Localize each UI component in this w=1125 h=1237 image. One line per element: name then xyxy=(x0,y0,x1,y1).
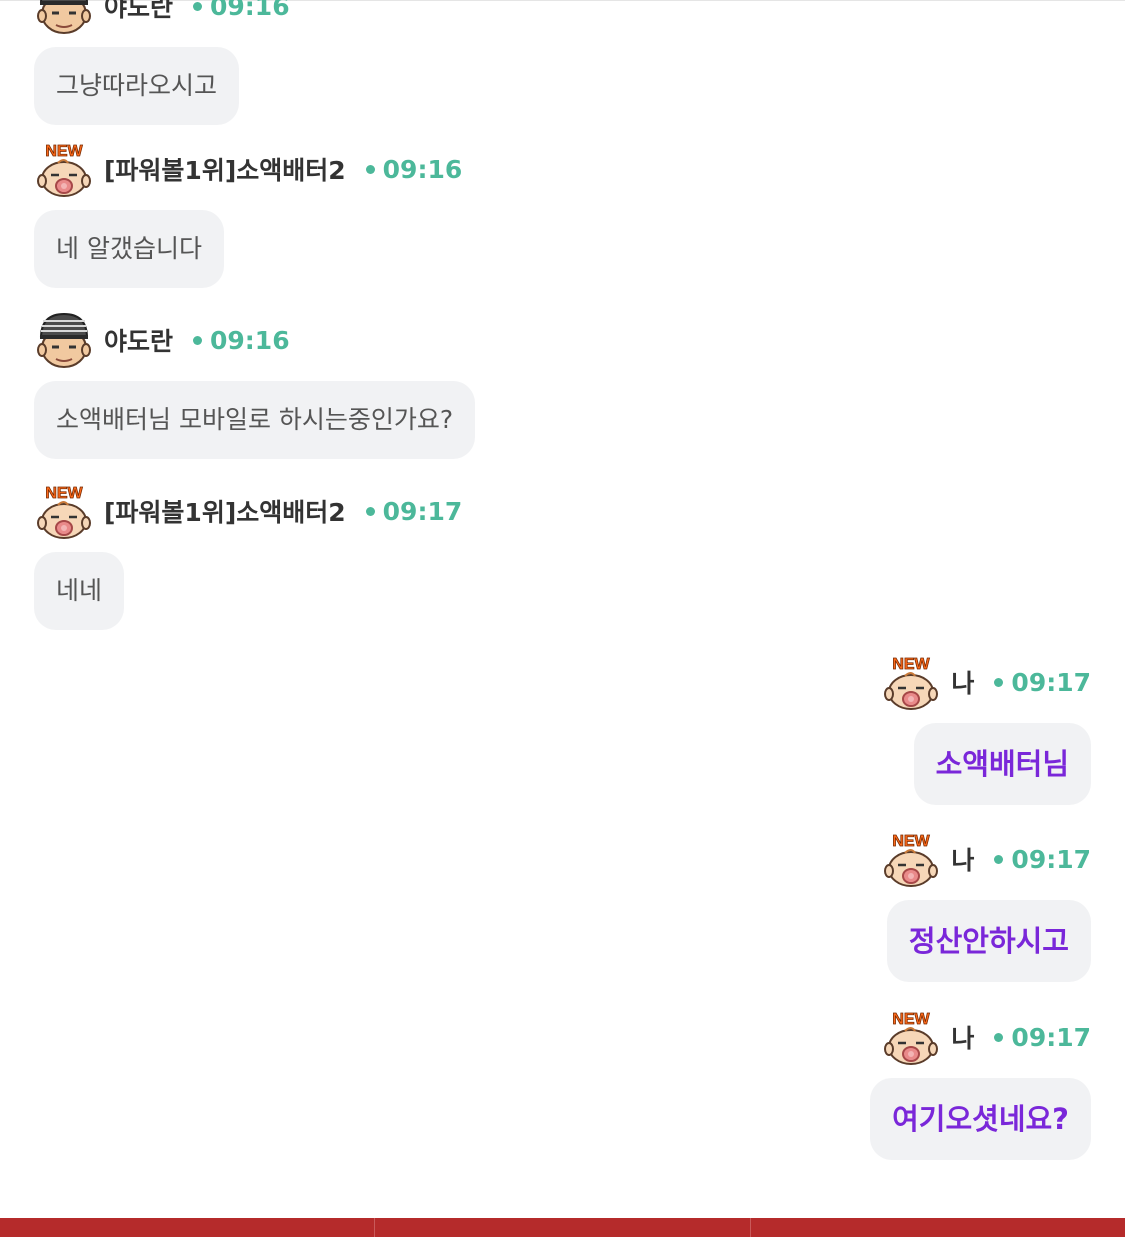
sender-nickname[interactable]: [파워볼1위]소액배터2 xyxy=(104,493,346,529)
online-dot-icon xyxy=(994,1032,1004,1042)
message-time: 09:17 xyxy=(994,668,1091,697)
new-baby-avatar[interactable]: NEW xyxy=(881,1007,941,1067)
time-text: 09:17 xyxy=(382,496,463,526)
new-baby-avatar[interactable]: NEW xyxy=(881,829,941,889)
time-text: 09:16 xyxy=(210,325,290,355)
message-bubble[interactable]: 소액배터님 모바일로 하시는중인가요? xyxy=(34,381,476,459)
time-text: 09:16 xyxy=(382,154,463,184)
message-header: NEW [파워볼1위]소액배터2 09:16 xyxy=(34,138,462,200)
sender-nickname[interactable]: 나 xyxy=(951,1019,974,1055)
bottom-tab-2[interactable] xyxy=(375,1218,751,1237)
sender-nickname[interactable]: 나 xyxy=(951,841,974,877)
sender-nickname[interactable]: 야도란 xyxy=(104,0,173,24)
bottom-tab-3[interactable] xyxy=(751,1218,1125,1237)
message-bubble[interactable]: 네 알갰습니다 xyxy=(34,210,224,288)
message-bubble[interactable]: 소액배터님 xyxy=(913,723,1091,805)
online-dot-icon xyxy=(193,335,203,345)
online-dot-icon xyxy=(365,506,375,516)
bottom-tab-bar xyxy=(0,1218,1125,1237)
online-dot-icon xyxy=(994,854,1004,864)
helmet-man-avatar[interactable] xyxy=(34,310,94,370)
chat-message-list[interactable]: 야도란 09:16 그냥따라오시고 NEW [파워볼1위]소액배터2 09:16 네 알갰습… xyxy=(0,0,1125,1218)
sender-nickname[interactable]: [파워볼1위]소액배터2 xyxy=(104,151,346,187)
message-bubble[interactable]: 정산안하시고 xyxy=(886,900,1091,982)
chat-message: 야도란 09:16 소액배터님 모바일로 하시는중인가요? xyxy=(34,309,476,459)
online-dot-icon xyxy=(365,164,375,174)
bottom-tab-1[interactable] xyxy=(0,1218,376,1237)
svg-text:NEW: NEW xyxy=(893,656,931,673)
svg-text:NEW: NEW xyxy=(893,833,931,850)
message-header: 야도란 09:16 xyxy=(34,309,475,371)
svg-text:NEW: NEW xyxy=(45,485,83,502)
message-time: 09:16 xyxy=(193,0,290,21)
svg-text:NEW: NEW xyxy=(45,143,83,160)
message-header: 야도란 09:16 xyxy=(34,0,290,37)
chat-message: NEW 나 09:17 소액배터님 xyxy=(881,651,1091,805)
sender-nickname[interactable]: 야도란 xyxy=(104,322,173,358)
message-time: 09:16 xyxy=(365,154,463,184)
time-text: 09:16 xyxy=(210,0,290,21)
chat-message: 야도란 09:16 그냥따라오시고 xyxy=(34,0,290,125)
chat-message: NEW 나 09:17 여기오셧네요? xyxy=(870,1006,1091,1160)
new-baby-avatar[interactable]: NEW xyxy=(881,652,941,712)
new-baby-avatar[interactable]: NEW xyxy=(34,139,94,199)
time-text: 09:17 xyxy=(1011,844,1091,874)
message-time: 09:17 xyxy=(365,496,463,526)
message-header: NEW [파워볼1위]소액배터2 09:17 xyxy=(34,480,462,542)
message-bubble[interactable]: 그냥따라오시고 xyxy=(34,47,240,125)
svg-text:NEW: NEW xyxy=(893,1011,931,1028)
message-bubble[interactable]: 여기오셧네요? xyxy=(870,1078,1091,1160)
time-text: 09:17 xyxy=(1011,667,1091,697)
online-dot-icon xyxy=(994,677,1004,687)
message-bubble[interactable]: 네네 xyxy=(34,552,125,630)
new-baby-avatar[interactable]: NEW xyxy=(34,481,94,541)
chat-message: NEW [파워볼1위]소액배터2 09:17 네네 xyxy=(34,480,462,630)
message-header: NEW 나 09:17 xyxy=(870,1006,1091,1068)
chat-message: NEW 나 09:17 정산안하시고 xyxy=(881,828,1091,982)
message-time: 09:16 xyxy=(193,326,290,355)
message-header: NEW 나 09:17 xyxy=(881,651,1091,713)
time-text: 09:17 xyxy=(1011,1022,1091,1052)
message-time: 09:17 xyxy=(994,1023,1091,1052)
chat-message: NEW [파워볼1위]소액배터2 09:16 네 알갰습니다 xyxy=(34,138,462,288)
helmet-man-avatar[interactable] xyxy=(34,0,94,36)
sender-nickname[interactable]: 나 xyxy=(951,664,974,700)
message-header: NEW 나 09:17 xyxy=(881,828,1091,890)
message-time: 09:17 xyxy=(994,845,1091,874)
online-dot-icon xyxy=(193,1,203,11)
